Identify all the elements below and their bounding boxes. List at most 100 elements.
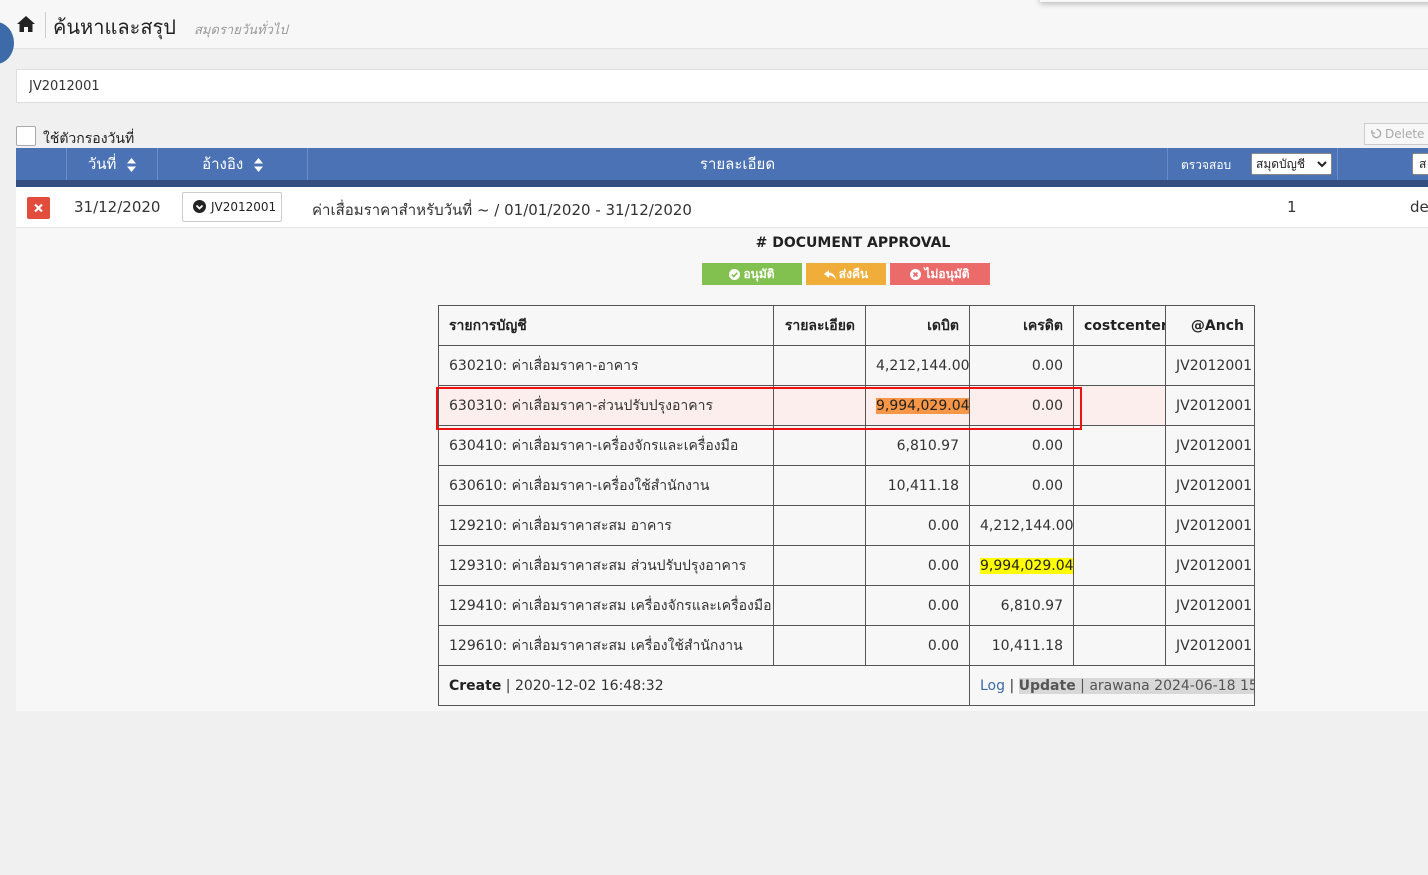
update-label: Update xyxy=(1018,677,1076,694)
account-cell: 630610: ค่าเสื่อมราคา-เครื่องใช้สำนักงาน xyxy=(438,465,774,506)
credit-cell: 10,411.18 xyxy=(969,625,1074,666)
col-detail-label: รายละเอียด xyxy=(699,155,776,173)
date-filter-label: ใช้ตัวกรองวันที่ xyxy=(43,131,135,147)
debit-cell: 4,212,144.00 xyxy=(865,345,970,386)
return-label: ส่งคืน xyxy=(838,267,869,281)
footer-update: Log | Update | arawana 2024-06-18 15:13:… xyxy=(969,665,1255,706)
approve-button[interactable]: อนุมัติ xyxy=(702,263,802,285)
return-button[interactable]: ส่งคืน xyxy=(806,263,886,285)
header-account: รายการบัญชี xyxy=(438,305,774,346)
reject-button[interactable]: ไม่อนุมัติ xyxy=(890,263,990,285)
col-verify-label: ตรวจสอบ xyxy=(1181,158,1232,172)
debit-cell: 0.00 xyxy=(865,585,970,626)
ledger-footer-row: Create | 2020-12-02 16:48:32 Log | Updat… xyxy=(438,665,1255,706)
col-ref-label: อ้างอิง xyxy=(202,155,244,173)
header-debit: เดบิต xyxy=(865,305,970,346)
reference-button[interactable]: JV2012001 xyxy=(182,192,282,222)
anch-cell: JV2012001 xyxy=(1165,625,1255,666)
remove-row-button[interactable] xyxy=(27,197,50,219)
credit-cell: 0.00 xyxy=(969,465,1074,506)
costcenter-cell xyxy=(1073,385,1166,426)
home-icon[interactable] xyxy=(16,15,36,33)
detail-cell xyxy=(773,385,866,426)
costcenter-cell xyxy=(1073,505,1166,546)
debit-highlight: 9,994,029.04 xyxy=(876,397,970,414)
header-detail: รายละเอียด xyxy=(773,305,866,346)
create-value: 2020-12-02 16:48:32 xyxy=(514,677,664,694)
book-select[interactable]: สมุดบัญชี xyxy=(1251,153,1332,175)
col-date[interactable]: วันที่ xyxy=(67,148,158,180)
credit-cell: 9,994,029.04 xyxy=(969,545,1074,586)
detail-cell xyxy=(773,345,866,386)
book-select-value: สมุดบัญชี xyxy=(1256,157,1306,171)
costcenter-cell xyxy=(1073,625,1166,666)
debit-cell: 6,810.97 xyxy=(865,425,970,466)
delete-button[interactable]: Delete L xyxy=(1364,123,1428,145)
col-blank xyxy=(16,148,67,180)
chevron-circle-icon xyxy=(193,200,206,213)
anch-cell: JV2012001 xyxy=(1165,345,1255,386)
close-icon xyxy=(34,203,43,213)
extra-select[interactable]: ส xyxy=(1412,153,1428,175)
detail-cell xyxy=(773,505,866,546)
title-divider xyxy=(45,12,46,38)
page-subtitle: สมุดรายวันทั่วไป xyxy=(194,23,288,38)
table-row: 630410: ค่าเสื่อมราคา-เครื่องจักรและเครื… xyxy=(438,425,1255,466)
credit-cell: 0.00 xyxy=(969,385,1074,426)
credit-cell: 0.00 xyxy=(969,425,1074,466)
header-anch: @Anch xyxy=(1165,305,1255,346)
update-value: arawana 2024-06-18 15:13:37 xyxy=(1089,677,1253,694)
debit-cell: 0.00 xyxy=(865,545,970,586)
reply-icon xyxy=(823,270,836,280)
credit-cell: 4,212,144.00 xyxy=(969,505,1074,546)
extra-select-value: ส xyxy=(1419,157,1427,171)
reject-label: ไม่อนุมัติ xyxy=(924,267,970,281)
times-circle-icon xyxy=(910,269,922,280)
anch-cell: JV2012001 xyxy=(1165,385,1255,426)
anch-cell: JV2012001 xyxy=(1165,545,1255,586)
undo-icon xyxy=(1371,128,1382,139)
check-circle-icon xyxy=(729,269,741,280)
col-ref[interactable]: อ้างอิง xyxy=(158,148,308,180)
col-detail: รายละเอียด xyxy=(308,148,1168,180)
footer-create: Create | 2020-12-02 16:48:32 xyxy=(438,665,970,706)
detail-cell xyxy=(773,625,866,666)
table-row: 129310: ค่าเสื่อมราคาสะสม ส่วนปรับปรุงอา… xyxy=(438,545,1255,586)
search-input[interactable] xyxy=(16,69,1428,103)
costcenter-cell xyxy=(1073,585,1166,626)
table-row: 630610: ค่าเสื่อมราคา-เครื่องใช้สำนักงาน… xyxy=(438,465,1255,506)
row-tail-text: de xyxy=(1410,198,1428,216)
anch-cell: JV2012001 xyxy=(1165,505,1255,546)
account-cell: 129210: ค่าเสื่อมราคาสะสม อาคาร xyxy=(438,505,774,546)
credit-cell: 6,810.97 xyxy=(969,585,1074,626)
anch-cell: JV2012001 xyxy=(1165,425,1255,466)
debit-cell: 10,411.18 xyxy=(865,465,970,506)
date-filter-checkbox[interactable] xyxy=(16,126,36,146)
delete-label: Delete L xyxy=(1385,127,1428,141)
header-costcenter: costcenter xyxy=(1073,305,1166,346)
chevron-down-icon xyxy=(1317,161,1327,168)
table-row: 630210: ค่าเสื่อมราคา-อาคาร 4,212,144.00… xyxy=(438,345,1255,386)
account-cell: 129410: ค่าเสื่อมราคาสะสม เครื่องจักรและ… xyxy=(438,585,774,626)
top-shadow xyxy=(1040,0,1428,2)
credit-highlight: 9,994,029.04 xyxy=(980,557,1074,574)
account-cell: 630210: ค่าเสื่อมราคา-อาคาร xyxy=(438,345,774,386)
sort-icon xyxy=(253,157,263,172)
table-row-highlighted: 630310: ค่าเสื่อมราคา-ส่วนปรับปรุงอาคาร … xyxy=(438,385,1255,426)
header-credit: เครดิต xyxy=(969,305,1074,346)
anch-cell: JV2012001 xyxy=(1165,585,1255,626)
debit-cell: 0.00 xyxy=(865,505,970,546)
row-date: 31/12/2020 xyxy=(74,198,161,216)
table-row: 129210: ค่าเสื่อมราคาสะสม อาคาร 0.00 4,2… xyxy=(438,505,1255,546)
debit-cell: 0.00 xyxy=(865,625,970,666)
log-link[interactable]: Log xyxy=(980,678,1005,694)
reference-label: JV2012001 xyxy=(211,200,277,214)
credit-cell: 0.00 xyxy=(969,345,1074,386)
table-row: 129410: ค่าเสื่อมราคาสะสม เครื่องจักรและ… xyxy=(438,585,1255,626)
detail-cell xyxy=(773,465,866,506)
account-cell: 129310: ค่าเสื่อมราคาสะสม ส่วนปรับปรุงอา… xyxy=(438,545,774,586)
row-count: 1 xyxy=(1287,198,1297,216)
debit-cell: 9,994,029.04 xyxy=(865,385,970,426)
account-cell: 630410: ค่าเสื่อมราคา-เครื่องจักรและเครื… xyxy=(438,425,774,466)
detail-cell xyxy=(773,585,866,626)
